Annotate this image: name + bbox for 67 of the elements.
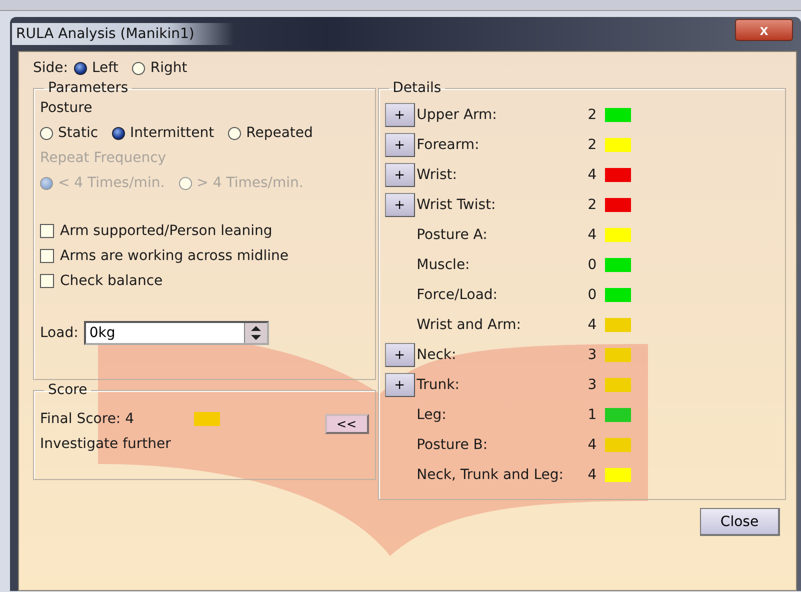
- side-label: Side:: [33, 60, 68, 76]
- radio-label: Left: [92, 60, 118, 76]
- final-score: Final Score: 4: [40, 411, 134, 427]
- close-button[interactable]: x: [735, 19, 793, 41]
- group-title: Details: [392, 80, 442, 96]
- checkbox-label: Arms are working across midline: [60, 248, 289, 264]
- detail-label: Forearm:: [416, 137, 480, 153]
- radio-button[interactable]: [40, 176, 53, 190]
- detail-value: 3: [586, 377, 597, 393]
- detail-label: Wrist:: [416, 167, 458, 183]
- expand-button[interactable]: +: [384, 163, 415, 187]
- detail-label: Neck:: [416, 347, 458, 363]
- radio-label: Repeated: [246, 125, 313, 141]
- detail-value: 0: [586, 257, 597, 273]
- detail-value: 4: [586, 467, 597, 483]
- detail-label: Posture A:: [416, 227, 488, 243]
- detail-label: Trunk:: [416, 377, 460, 393]
- detail-label: Wrist and Arm:: [416, 317, 522, 333]
- radio-button[interactable]: [132, 62, 146, 74]
- verdict-text: Investigate further: [40, 436, 172, 452]
- expand-button[interactable]: +: [384, 193, 415, 217]
- expand-button[interactable]: +: [384, 373, 415, 397]
- checkbox-label: Arm supported/Person leaning: [60, 223, 272, 239]
- load-label: Load:: [40, 325, 78, 341]
- detail-value: 2: [586, 197, 597, 213]
- detail-label: Force/Load:: [416, 287, 499, 303]
- detail-value: 1: [586, 407, 597, 423]
- radio-label: Intermittent: [130, 125, 214, 141]
- load-spinbox[interactable]: 0kg: [84, 321, 270, 345]
- detail-label: Leg:: [416, 407, 448, 423]
- detail-value: 2: [586, 107, 597, 123]
- close-button[interactable]: Close: [700, 508, 780, 536]
- checkbox[interactable]: [40, 274, 54, 288]
- radio-button[interactable]: [112, 126, 126, 140]
- detail-value: 4: [586, 167, 597, 183]
- radio-button[interactable]: [228, 126, 242, 140]
- detail-label: Wrist Twist:: [416, 197, 497, 213]
- detail-label: Posture B:: [416, 437, 489, 453]
- detail-value: 3: [586, 347, 597, 363]
- radio-label: < 4 Times/min.: [58, 175, 165, 191]
- posture-label: Posture: [40, 100, 94, 116]
- checkbox[interactable]: [40, 224, 54, 238]
- radio-button[interactable]: [74, 62, 87, 74]
- detail-label: Upper Arm:: [416, 107, 498, 123]
- radio-label: Right: [150, 60, 188, 76]
- group-title: Parameters: [47, 80, 130, 96]
- window-title: RULA Analysis (Manikin1): [12, 23, 234, 45]
- checkbox[interactable]: [40, 249, 54, 263]
- radio-button[interactable]: [178, 176, 192, 190]
- frequency-label: Repeat Frequency: [40, 150, 168, 166]
- checkbox-label: Check balance: [60, 273, 163, 289]
- group-title: Score: [47, 382, 88, 398]
- radio-label: Static: [58, 125, 98, 141]
- detail-value: 4: [586, 227, 597, 243]
- radio-button[interactable]: [40, 126, 53, 140]
- detail-label: Muscle:: [416, 257, 471, 273]
- expand-button[interactable]: +: [384, 103, 415, 127]
- detail-label: Neck, Trunk and Leg:: [416, 467, 565, 483]
- expand-button[interactable]: +: [384, 343, 415, 367]
- detail-value: 4: [586, 317, 597, 333]
- detail-value: 0: [586, 287, 597, 303]
- radio-label: > 4 Times/min.: [196, 175, 304, 191]
- expand-button[interactable]: +: [384, 133, 415, 157]
- load-field[interactable]: 0kg: [86, 323, 244, 343]
- detail-value: 2: [586, 137, 597, 153]
- collapse-button[interactable]: <<: [324, 414, 369, 434]
- detail-value: 4: [586, 437, 597, 453]
